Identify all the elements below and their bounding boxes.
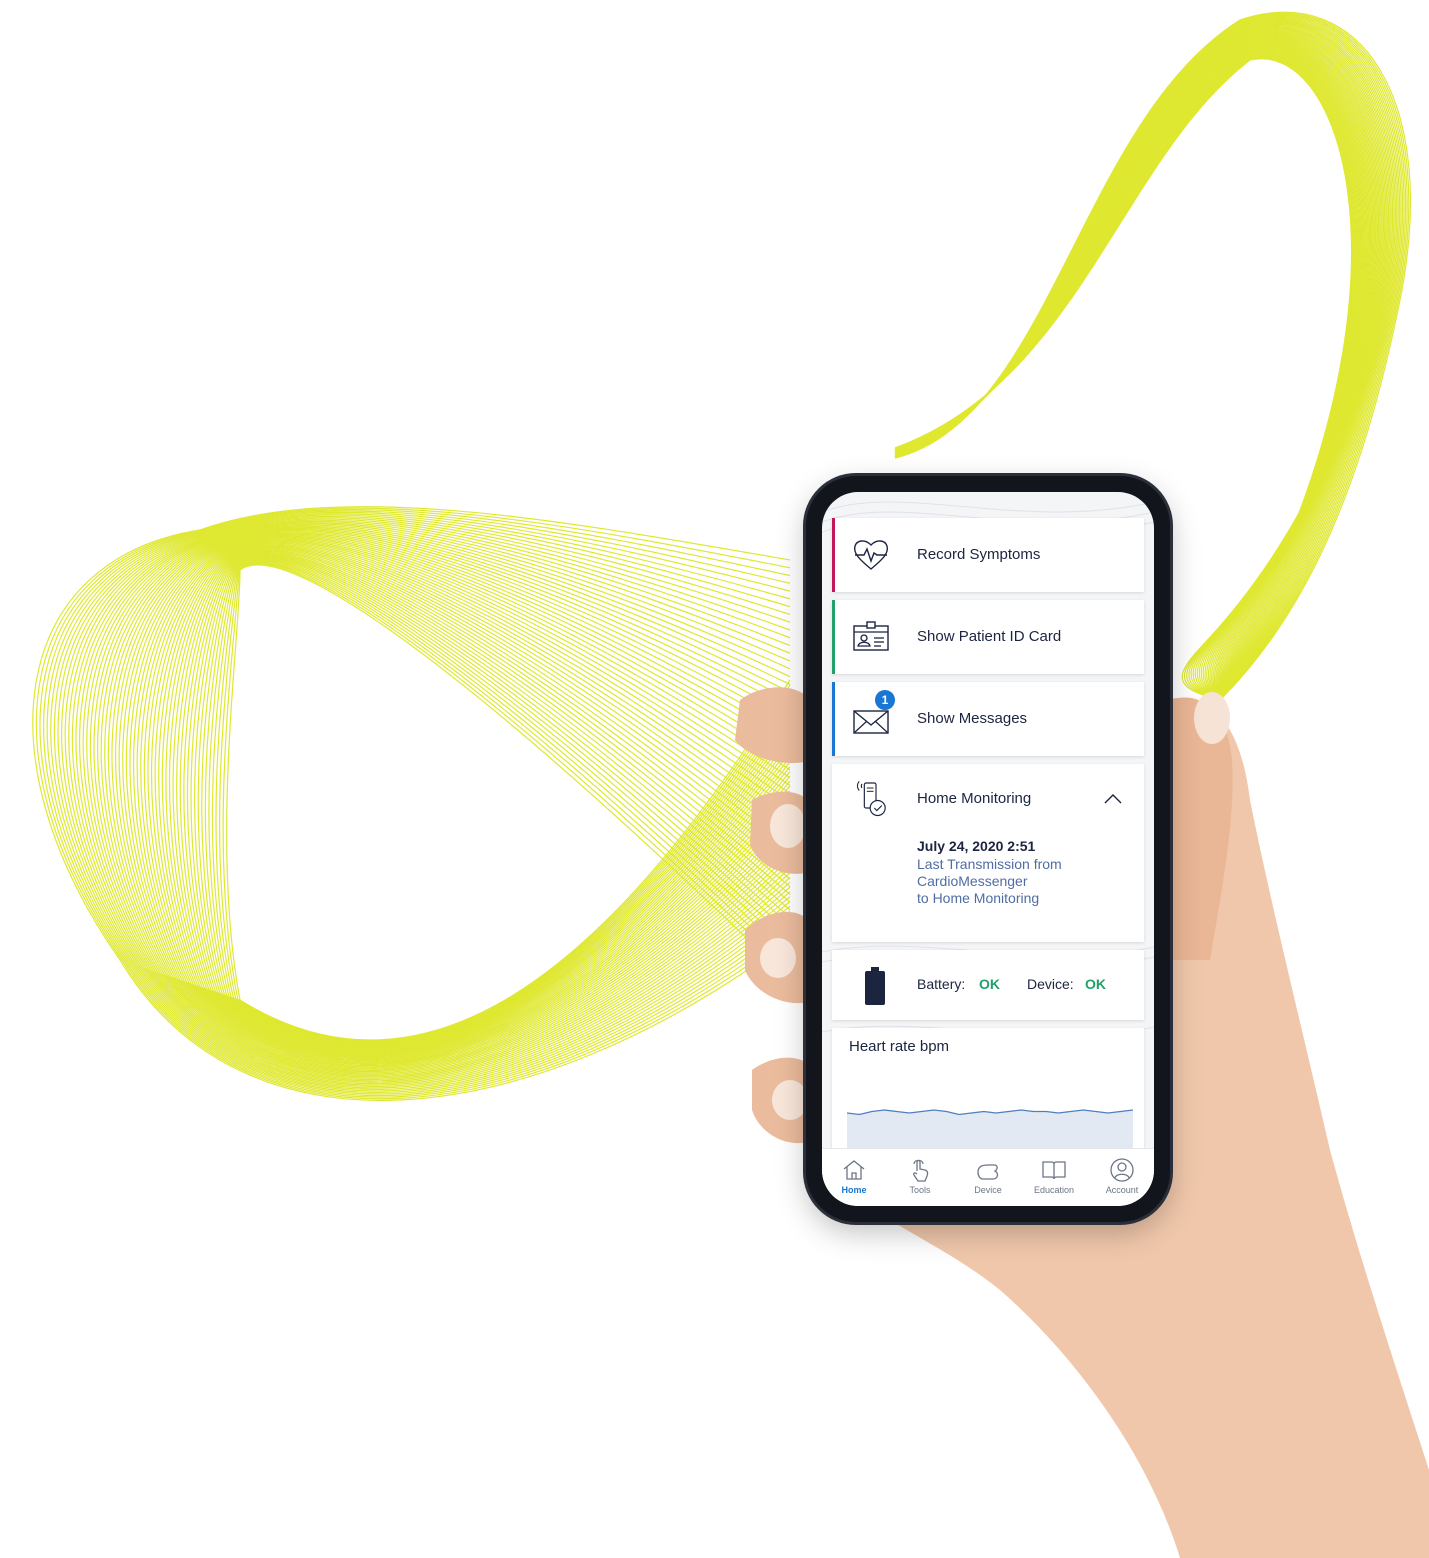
tab-account[interactable]: Account: [1092, 1157, 1152, 1195]
heart-rate-card[interactable]: Heart rate bpm: [832, 1028, 1144, 1148]
tab-education[interactable]: Education: [1024, 1157, 1084, 1195]
tab-label: Home: [841, 1185, 867, 1195]
phone: Record Symptoms Show Patient ID Card 1 S…: [806, 476, 1170, 1222]
last-transmission-description: Last Transmission from CardioMessenger t…: [917, 856, 1117, 907]
patient-id-card-label: Show Patient ID Card: [917, 628, 1062, 645]
hand-illustration: [735, 687, 1429, 1558]
account-icon: [1110, 1158, 1134, 1182]
patient-id-card-card[interactable]: Show Patient ID Card: [832, 600, 1144, 674]
device-status-card: Battery: OK Device: OK: [832, 950, 1144, 1020]
last-transmission-date: July 24, 2020 2:51: [917, 838, 1036, 854]
tab-label: Tools: [909, 1185, 931, 1195]
home-icon: [843, 1160, 865, 1180]
bottom-tab-bar: Home Tools Device Education Account: [822, 1148, 1154, 1206]
heart-rate-chart: [847, 1109, 1133, 1148]
device-icon: [977, 1164, 999, 1180]
chevron-up-icon[interactable]: [1104, 792, 1122, 804]
home-monitoring-card[interactable]: Home Monitoring July 24, 2020 2:51 Last …: [832, 764, 1144, 942]
tab-label: Education: [1033, 1185, 1075, 1195]
phone-screen: Record Symptoms Show Patient ID Card 1 S…: [822, 492, 1154, 1206]
battery-icon: [865, 967, 885, 1005]
book-icon: [1042, 1161, 1066, 1180]
battery-status: OK: [979, 976, 1000, 992]
record-symptoms-label: Record Symptoms: [917, 546, 1041, 563]
chart-title: Heart rate bpm: [849, 1038, 950, 1055]
description-line: Last Transmission from: [917, 856, 1062, 872]
description-line: to Home Monitoring: [917, 890, 1040, 906]
record-symptoms-card[interactable]: Record Symptoms: [832, 518, 1144, 592]
heart-pulse-icon: [853, 540, 889, 570]
tab-home[interactable]: Home: [824, 1157, 884, 1195]
touch-icon: [913, 1159, 929, 1182]
home-monitoring-title: Home Monitoring: [917, 790, 1032, 807]
tab-label: Device: [974, 1185, 1002, 1195]
monitor-device-check-icon: [856, 780, 886, 817]
tab-tools[interactable]: Tools: [890, 1157, 950, 1195]
unread-messages-badge: 1: [875, 690, 895, 710]
description-line: CardioMessenger: [917, 873, 1028, 889]
device-status: OK: [1085, 976, 1106, 992]
id-card-icon: [853, 621, 889, 651]
heart-rate-area: [847, 1110, 1133, 1148]
tab-device[interactable]: Device: [958, 1157, 1018, 1195]
battery-label: Battery:: [917, 976, 966, 992]
tab-label: Account: [1105, 1185, 1139, 1195]
device-label: Device:: [1027, 976, 1074, 992]
show-messages-label: Show Messages: [917, 710, 1028, 727]
show-messages-card[interactable]: 1 Show Messages: [832, 682, 1144, 756]
